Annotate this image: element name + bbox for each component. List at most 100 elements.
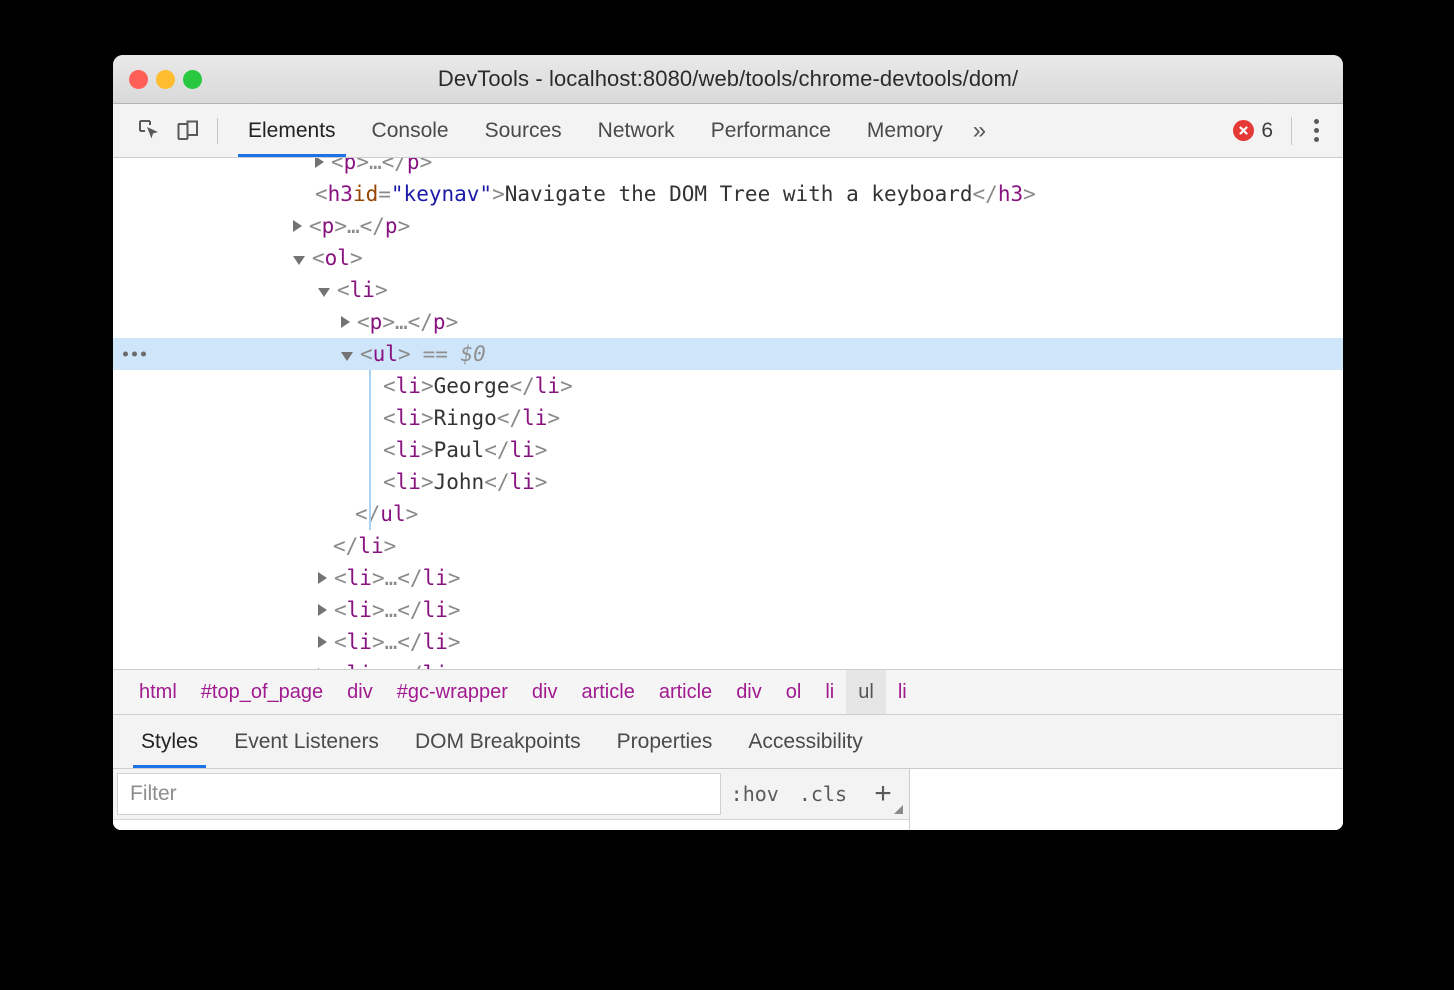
tab-accessibility[interactable]: Accessibility — [730, 715, 880, 768]
chevron-down-icon[interactable] — [293, 256, 305, 265]
node-token-punc: </ — [397, 658, 422, 669]
breadcrumb-item-html[interactable]: html — [127, 670, 189, 714]
breadcrumb-item-div[interactable]: div — [724, 670, 774, 714]
node-token-punc: > — [372, 626, 385, 658]
node-token-punc: > — [384, 530, 397, 562]
node-token-text: George — [434, 370, 510, 402]
tab-dom-breakpoints[interactable]: DOM Breakpoints — [397, 715, 599, 768]
breadcrumb-item-div[interactable]: div — [335, 670, 385, 714]
tab-memory[interactable]: Memory — [849, 104, 961, 157]
node-token-punc: < — [360, 338, 373, 370]
tab-sources[interactable]: Sources — [467, 104, 580, 157]
node-token-punc: </ — [397, 562, 422, 594]
dom-node-content: <p>…</p> — [341, 306, 458, 338]
breadcrumb-item-article[interactable]: article — [569, 670, 646, 714]
breadcrumb-item--gc-wrapper[interactable]: #gc-wrapper — [385, 670, 520, 714]
dom-node-row[interactable]: <li>…</li> — [113, 626, 1343, 658]
breadcrumb-item--top-of-page[interactable]: #top_of_page — [189, 670, 335, 714]
dom-node-row[interactable]: <li>…</li> — [113, 658, 1343, 669]
chevron-down-icon[interactable] — [318, 288, 330, 297]
node-token-tag: ol — [325, 242, 350, 274]
dom-node-content: <li>John</li> — [383, 466, 547, 498]
close-button[interactable] — [129, 70, 148, 89]
node-token-tag: ul — [380, 498, 405, 530]
dom-node-row[interactable]: </ul> — [113, 498, 1343, 530]
filter-input[interactable]: Filter — [117, 773, 721, 815]
chevron-right-icon[interactable] — [318, 668, 327, 669]
breadcrumb-item-article[interactable]: article — [647, 670, 724, 714]
chevron-right-icon[interactable] — [341, 316, 350, 328]
breadcrumb-item-li[interactable]: li — [813, 670, 846, 714]
dom-tree-panel[interactable]: <p>…</p><h3 id="keynav">Navigate the DOM… — [113, 158, 1343, 669]
node-token-text: Paul — [434, 434, 485, 466]
chevron-right-icon[interactable] — [318, 572, 327, 584]
tab-event-listeners[interactable]: Event Listeners — [216, 715, 397, 768]
breadcrumb-item-ul[interactable]: ul — [846, 670, 886, 714]
dom-node-row[interactable]: <li>John</li> — [113, 466, 1343, 498]
minimize-button[interactable] — [156, 70, 175, 89]
node-token-punc: < — [383, 402, 396, 434]
more-tabs-button[interactable]: » — [961, 104, 998, 157]
node-token-punc: > — [421, 370, 434, 402]
dom-node-row[interactable]: <p>…</p> — [113, 210, 1343, 242]
node-token-punc: > — [421, 434, 434, 466]
node-token-punc: < — [331, 158, 344, 178]
dom-node-row[interactable]: <li> — [113, 274, 1343, 306]
dom-node-content: <li>Ringo</li> — [383, 402, 560, 434]
chevron-right-icon[interactable] — [315, 158, 324, 168]
tab-styles[interactable]: Styles — [123, 715, 216, 768]
node-ellipsis-badge[interactable] — [123, 352, 146, 357]
dom-node-row[interactable]: <ol> — [113, 242, 1343, 274]
cls-toggle-button[interactable]: .cls — [789, 769, 857, 819]
chevron-right-icon[interactable] — [318, 636, 327, 648]
node-token-punc: > — [398, 210, 411, 242]
node-token-tag: p — [370, 306, 383, 338]
node-token-punc: > — [375, 274, 388, 306]
dom-node-row[interactable]: <ul>== $0 — [113, 338, 1343, 370]
chevron-right-icon[interactable] — [293, 220, 302, 232]
dom-node-row[interactable]: <li>Paul</li> — [113, 434, 1343, 466]
tab-console[interactable]: Console — [354, 104, 467, 157]
breadcrumb-item-div[interactable]: div — [520, 670, 570, 714]
dom-node-row[interactable]: <h3 id="keynav">Navigate the DOM Tree wi… — [113, 178, 1343, 210]
maximize-button[interactable] — [183, 70, 202, 89]
error-circle-icon — [1233, 120, 1254, 141]
chevron-right-icon[interactable] — [318, 604, 327, 616]
breadcrumb-item-li[interactable]: li — [886, 670, 919, 714]
tab-network[interactable]: Network — [580, 104, 693, 157]
dom-node-row[interactable]: <li>…</li> — [113, 594, 1343, 626]
hov-toggle-button[interactable]: :hov — [721, 769, 789, 819]
new-style-rule-button[interactable]: + — [857, 769, 909, 819]
styles-filter-column: Filter :hov .cls + — [113, 769, 910, 830]
node-token-tag: h3 — [328, 178, 353, 210]
tab-properties[interactable]: Properties — [599, 715, 731, 768]
node-token-punc: > — [448, 626, 461, 658]
tab-performance[interactable]: Performance — [693, 104, 849, 157]
window-controls — [129, 70, 202, 89]
dom-node-row[interactable]: </li> — [113, 530, 1343, 562]
node-token-punc: </ — [360, 210, 385, 242]
dom-node-row[interactable]: <p>…</p> — [113, 158, 1343, 178]
device-toolbar-icon[interactable] — [169, 112, 207, 150]
node-token-tag: li — [423, 562, 448, 594]
dom-node-row[interactable]: <li>…</li> — [113, 562, 1343, 594]
chevron-down-icon[interactable] — [341, 352, 353, 361]
node-token-punc: > — [535, 466, 548, 498]
node-token-punc: > — [560, 370, 573, 402]
vertical-dots-icon[interactable] — [1302, 119, 1331, 142]
dom-node-row[interactable]: <li>George</li> — [113, 370, 1343, 402]
breadcrumb-item-ol[interactable]: ol — [774, 670, 814, 714]
node-token-tag: li — [423, 626, 448, 658]
node-token-punc: … — [369, 158, 382, 178]
dom-node-row[interactable]: <li>Ringo</li> — [113, 402, 1343, 434]
dom-node-content: <p>…</p> — [315, 158, 432, 178]
window-title: DevTools - localhost:8080/web/tools/chro… — [113, 66, 1343, 92]
node-token-punc: > — [421, 466, 434, 498]
inspect-element-icon[interactable] — [131, 112, 169, 150]
dom-node-row[interactable]: <p>…</p> — [113, 306, 1343, 338]
error-badge[interactable]: 6 — [1219, 119, 1281, 143]
node-token-punc: > — [492, 178, 505, 210]
tab-elements[interactable]: Elements — [230, 104, 354, 157]
node-token-tag: li — [350, 274, 375, 306]
node-token-tag: li — [423, 658, 448, 669]
